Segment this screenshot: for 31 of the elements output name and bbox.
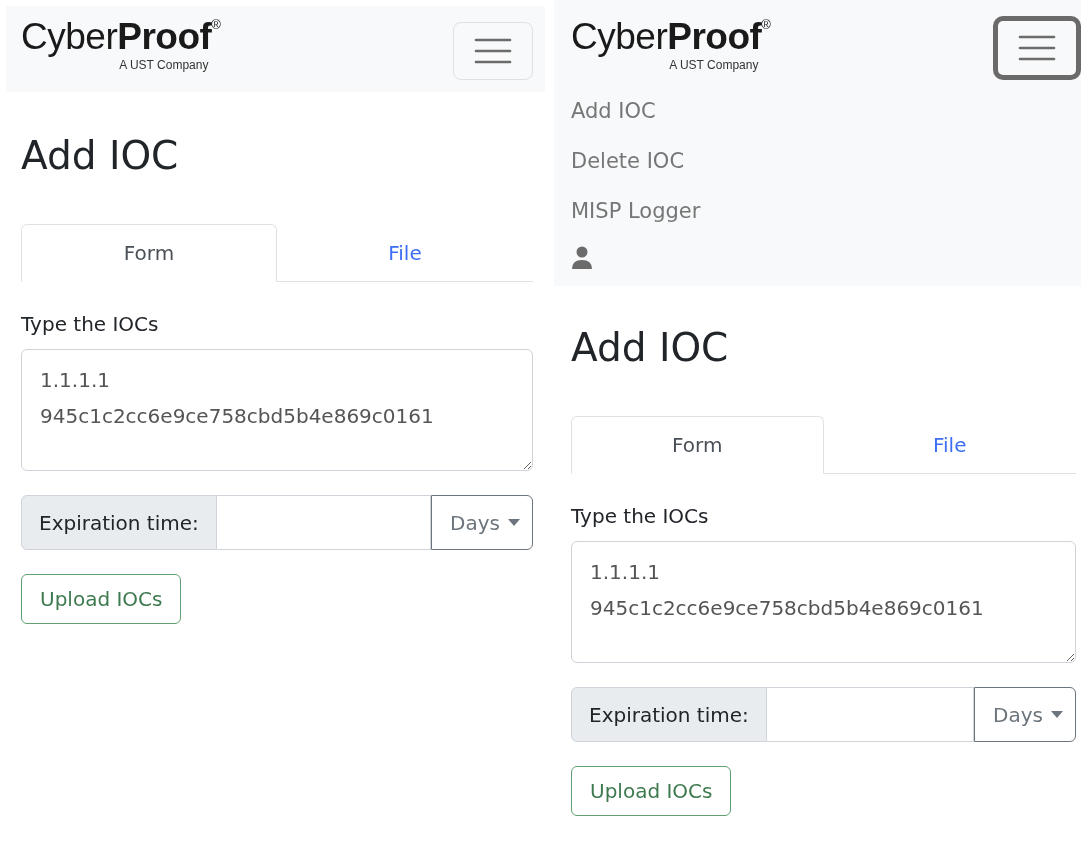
logo-tagline: A UST Company	[119, 58, 209, 72]
nav-link[interactable]: Delete IOC	[571, 138, 685, 188]
tab[interactable]: File	[823, 416, 1076, 474]
upload-button[interactable]: Upload IOCs	[571, 766, 732, 816]
tab[interactable]: Form	[571, 416, 824, 474]
nav-link[interactable]: MISP Logger	[571, 188, 701, 238]
expiration-input[interactable]	[766, 687, 975, 742]
caret-icon	[508, 519, 520, 526]
expiration-label: Expiration time:	[571, 687, 767, 742]
ioc-textarea[interactable]: 1.1.1.1 945c1c2cc6e9ce758cbd5b4e869c0161	[21, 349, 533, 471]
menu-icon	[1017, 34, 1057, 62]
menu-icon	[473, 37, 513, 65]
nav-link[interactable]: Add IOC	[571, 88, 656, 138]
logo-tagline: A UST Company	[669, 58, 759, 72]
field-label: Type the IOCs	[571, 504, 709, 528]
user-icon[interactable]	[571, 246, 593, 270]
page-title: Add IOC	[21, 132, 179, 180]
logo: CyberProof®	[571, 18, 771, 56]
upload-button[interactable]: Upload IOCs	[21, 574, 182, 624]
tab[interactable]: File	[277, 224, 533, 282]
unit-dropdown[interactable]: Days	[974, 687, 1076, 742]
logo: CyberProof®	[21, 18, 221, 56]
unit-dropdown[interactable]: Days	[431, 495, 533, 550]
field-label: Type the IOCs	[21, 312, 159, 336]
expiration-input[interactable]	[216, 495, 432, 550]
caret-icon	[1051, 711, 1063, 718]
ioc-textarea[interactable]: 1.1.1.1 945c1c2cc6e9ce758cbd5b4e869c0161	[571, 541, 1076, 663]
menu-button[interactable]	[993, 16, 1081, 80]
expiration-label: Expiration time:	[21, 495, 217, 550]
page-title: Add IOC	[571, 324, 729, 372]
tab[interactable]: Form	[21, 224, 277, 282]
